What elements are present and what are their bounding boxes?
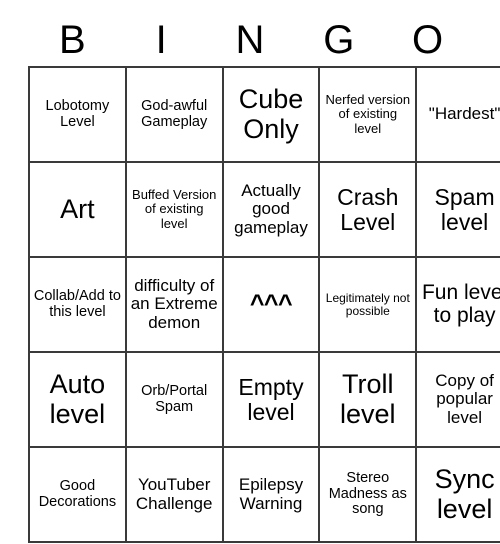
bingo-cell-label: Cube Only [238,84,304,144]
bingo-cell-3-2[interactable]: Empty level [222,352,321,448]
bingo-cell-2-2[interactable]: ^^^ [222,257,321,353]
bingo-cell-label: Good Decorations [38,477,117,510]
bingo-cell-2-0[interactable]: Collab/Add to this level [29,257,127,353]
bingo-cell-1-2[interactable]: Actually good gameplay [222,162,321,258]
bingo-header-letter-b: B [59,18,86,62]
bingo-cell-3-3[interactable]: Troll level [319,352,418,448]
bingo-cell-label: YouTuber Challenge [135,475,213,513]
bingo-cell-label: Sync level [434,464,495,524]
bingo-cell-label: Epilepsy Warning [238,475,304,513]
bingo-cell-4-1[interactable]: YouTuber Challenge [125,447,224,543]
bingo-cell-1-4[interactable]: Spam level [416,162,500,258]
bingo-cell-label: Lobotomy Level [45,97,110,130]
bingo-header-row: BINGO [28,14,472,66]
bingo-cell-0-1[interactable]: God-awful Gameplay [125,67,224,163]
bingo-cell-label: Collab/Add to this level [33,287,121,320]
bingo-cell-label: God-awful Gameplay [141,97,208,130]
bingo-cell-label: Copy of popular level [435,370,494,427]
bingo-cell-1-3[interactable]: Crash Level [319,162,418,258]
bingo-cell-0-2[interactable]: Cube Only [222,67,321,163]
bingo-cell-label: Troll level [340,369,396,429]
bingo-cell-3-4[interactable]: Copy of popular level [416,352,500,448]
bingo-row: Good Decorations YouTuber Challenge Epilep… [29,447,500,543]
bingo-cell-label: Stereo Madness as song [328,470,407,518]
bingo-cell-label: Art [60,193,95,224]
bingo-cell-label: Orb/Portal Spam [141,382,208,415]
bingo-header-letter-o: O [412,18,444,62]
bingo-grid: Lobotomy Level God-awful Gameplay Cube Onl… [28,66,500,543]
bingo-cell-1-1[interactable]: Buffed Version of existing level [125,162,224,258]
bingo-cell-label: Empty level [238,373,304,425]
bingo-cell-label: Legitimately not possible [325,290,410,318]
bingo-row: Collab/Add to this level difficulty of an… [29,257,500,353]
bingo-cell-1-0[interactable]: Art [29,162,127,258]
bingo-cell-label: Buffed Version of existing level [132,187,217,231]
bingo-cell-label: Fun level to play [421,280,500,327]
bingo-cell-label: "Hardest" [428,104,500,124]
bingo-cell-3-0[interactable]: Auto level [29,352,127,448]
bingo-cell-0-3[interactable]: Nerfed version of existing level [319,67,418,163]
bingo-cell-label: Auto level [49,369,106,429]
bingo-cell-label: Nerfed version of existing level [325,92,411,136]
bingo-cell-3-1[interactable]: Orb/Portal Spam [125,352,224,448]
bingo-cell-4-3[interactable]: Stereo Madness as song [319,447,418,543]
bingo-row: Auto level Orb/Portal Spam Empty level Trol… [29,352,500,448]
bingo-cell-2-1[interactable]: difficulty of an Extreme demon [125,257,224,353]
bingo-cell-label: ^^^ [249,290,293,318]
bingo-cell-4-2[interactable]: Epilepsy Warning [222,447,321,543]
bingo-header-letter-i: I [155,18,167,62]
bingo-cell-label: difficulty of an Extreme demon [130,275,218,332]
bingo-cell-4-0[interactable]: Good Decorations [29,447,127,543]
bingo-cell-2-3[interactable]: Legitimately not possible [319,257,418,353]
bingo-row: Lobotomy Level God-awful Gameplay Cube Onl… [29,67,500,163]
bingo-header-letter-g: G [323,18,355,62]
bingo-cell-2-4[interactable]: Fun level to play [416,257,500,353]
bingo-cell-0-0[interactable]: Lobotomy Level [29,67,127,163]
bingo-row: Art Buffed Version of existing level Actua… [29,162,500,258]
bingo-cell-label: Spam level [434,183,495,235]
bingo-header-letter-n: N [235,18,265,62]
bingo-cell-label: Actually good gameplay [234,180,308,237]
bingo-cell-4-4[interactable]: Sync level [416,447,500,543]
bingo-cell-label: Crash Level [337,183,399,235]
bingo-card: B I N G O Lobotomy Level God-awful Gameplay Cu… [28,14,500,543]
bingo-cell-0-4[interactable]: "Hardest" [416,67,500,163]
